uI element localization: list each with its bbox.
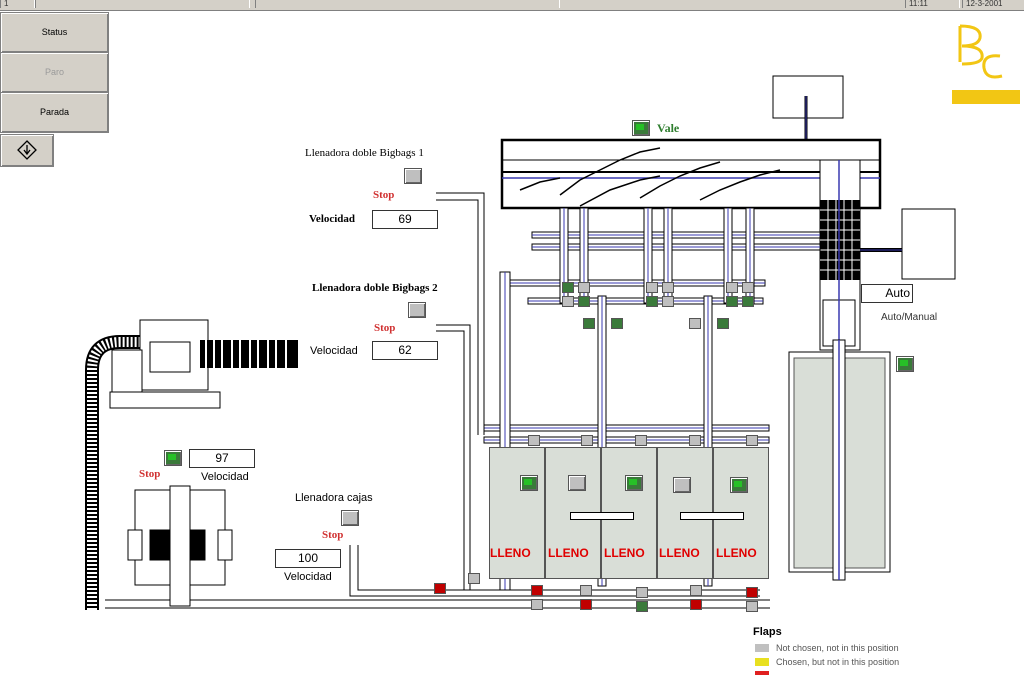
silo-5-indicator[interactable] [730,477,748,493]
flap-bottom-2a[interactable] [580,585,592,596]
flap-dist-3c[interactable] [726,296,738,307]
legend-swatch-yellow [755,658,769,666]
silo-3-status: LLENO [604,546,645,560]
flap-top-4[interactable] [689,435,701,446]
flap-dist-4b[interactable] [611,318,623,329]
flap-top-1[interactable] [528,435,540,446]
flap-dist-2a[interactable] [646,282,658,293]
flap-bottom-3a[interactable] [636,587,648,598]
flap-top-3[interactable] [635,435,647,446]
flap-dist-5a[interactable] [689,318,701,329]
flap-dist-3b[interactable] [742,282,754,293]
flap-bottom-4b[interactable] [690,599,702,610]
flap-dist-1b[interactable] [578,282,590,293]
flap-top-2[interactable] [581,435,593,446]
flap-bottom-1a[interactable] [531,585,543,596]
silo-4-status: LLENO [659,546,700,560]
flap-dist-2d[interactable] [662,296,674,307]
flap-bottom-5b[interactable] [746,601,758,612]
silo-2-status: LLENO [548,546,589,560]
flap-bottom-4a[interactable] [690,585,702,596]
silo-2-indicator[interactable] [568,475,586,491]
silo-bridge-1 [570,512,634,520]
silo-1-status: LLENO [490,546,531,560]
flap-dist-2b[interactable] [662,282,674,293]
flap-dist-4a[interactable] [583,318,595,329]
silo-3-indicator[interactable] [625,475,643,491]
flap-bottom-3b[interactable] [636,601,648,612]
flap-dist-5b[interactable] [717,318,729,329]
mode-label: Auto/Manual [881,312,938,323]
flap-top-5[interactable] [746,435,758,446]
legend-title: Flaps [753,626,782,638]
flap-bottom-1b[interactable] [531,599,543,610]
silo-4-indicator[interactable] [673,477,691,493]
silo-5-status: LLENO [716,546,757,560]
flap-dist-2c[interactable] [646,296,658,307]
flap-bottom-0[interactable] [468,573,480,584]
legend-item-1: Not chosen, not in this position [776,643,899,653]
legend-item-2: Chosen, but not in this position [776,657,900,667]
flap-bottom-2b[interactable] [580,599,592,610]
top-feeder [772,75,844,119]
flap-bottom-left[interactable] [434,583,446,594]
flap-dist-3a[interactable] [726,282,738,293]
legend-swatch-red [755,671,769,675]
tall-silo-indicator[interactable] [896,356,914,372]
flap-bottom-5a[interactable] [746,587,758,598]
flap-dist-1a[interactable] [562,282,574,293]
silo-1-indicator[interactable] [520,475,538,491]
legend-swatch-gray [755,644,769,652]
flap-dist-1d[interactable] [578,296,590,307]
silo-bridge-2 [680,512,744,520]
flap-dist-1c[interactable] [562,296,574,307]
flap-dist-3d[interactable] [742,296,754,307]
mode-value[interactable]: Auto [861,284,913,303]
side-hopper [901,208,956,280]
